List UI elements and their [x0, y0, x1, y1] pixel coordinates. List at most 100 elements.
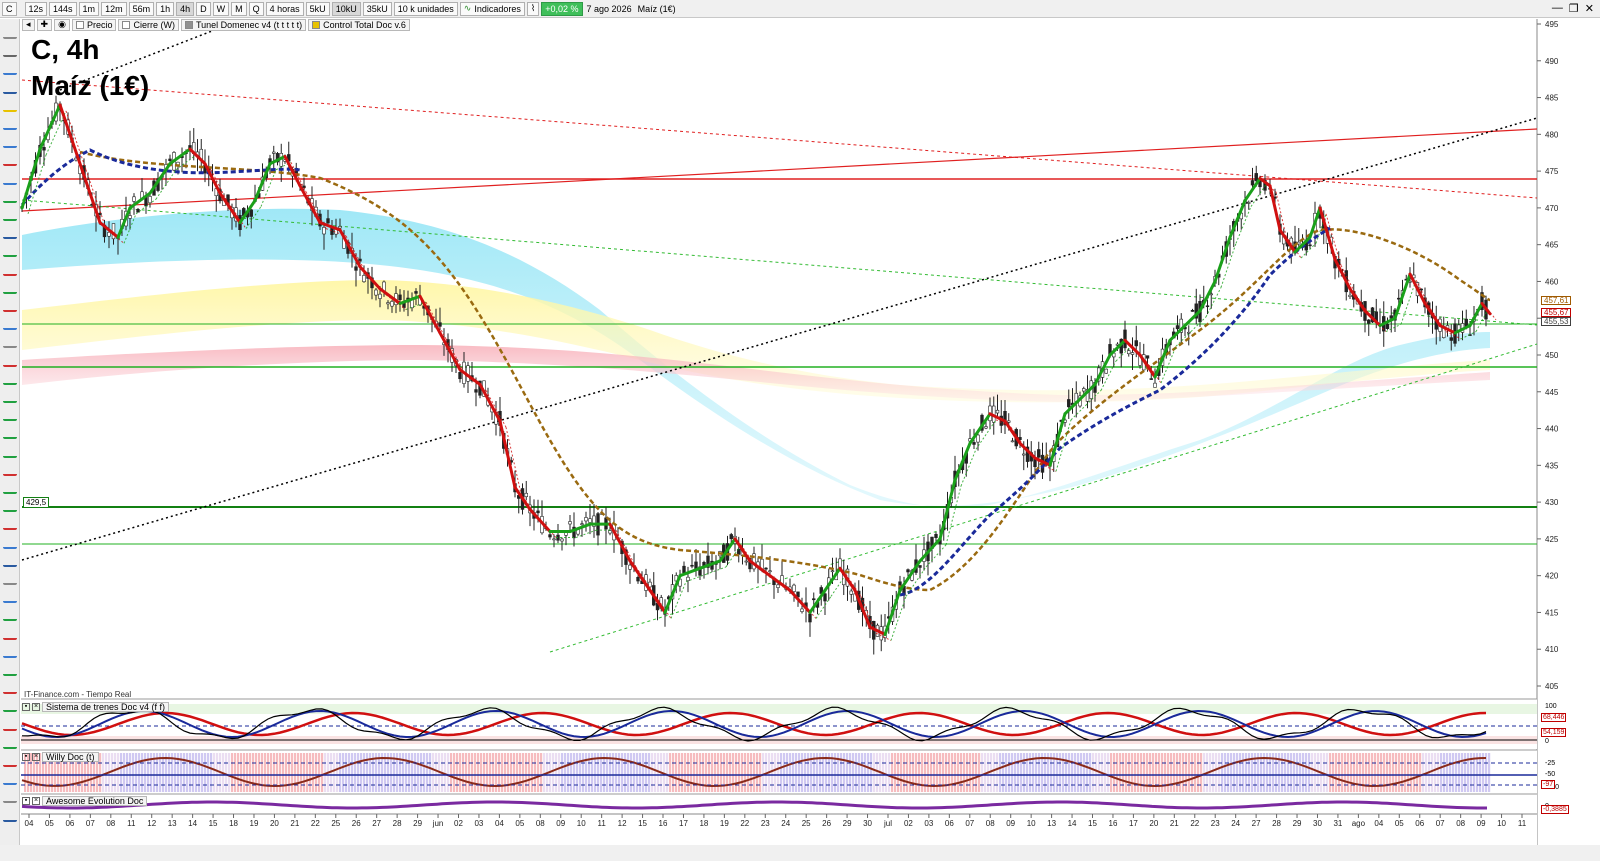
willy-bar	[201, 753, 204, 792]
drawing-tool-icon[interactable]	[3, 136, 17, 149]
indicators-button[interactable]: ∿ Indicadores	[459, 1, 525, 16]
collapse-icon[interactable]: ▪	[22, 796, 30, 805]
symbol-selector[interactable]: C	[2, 1, 17, 16]
drawing-tool-icon[interactable]	[3, 664, 17, 676]
timeframe-button-12s[interactable]: 12s	[24, 1, 48, 16]
willy-bar	[1182, 753, 1185, 792]
legend-item[interactable]: Control Total Doc v.6	[308, 18, 410, 31]
drawing-tool-icon[interactable]	[3, 100, 17, 112]
willy-bar	[1125, 753, 1128, 792]
drawing-tool-icon[interactable]	[3, 609, 17, 622]
indicator-panel-awesome[interactable]	[21, 793, 1537, 814]
timeframe-button-1m[interactable]: 1m	[78, 1, 100, 16]
drawing-tool-icon[interactable]	[3, 446, 17, 458]
indicator-panel-trenes[interactable]	[21, 698, 1537, 749]
close-icon[interactable]: ×	[32, 752, 40, 761]
drawing-tool-icon[interactable]	[3, 555, 17, 567]
add-icon[interactable]: ✚	[36, 18, 53, 31]
drawing-tool-icon[interactable]	[3, 755, 17, 767]
legend-item[interactable]: Precio	[71, 18, 117, 31]
drawing-tool-icon[interactable]	[3, 573, 17, 585]
drawing-tool-icon[interactable]	[3, 336, 17, 349]
drawing-tool-icon[interactable]	[3, 518, 17, 531]
timeframe-button-1h[interactable]: 1h	[156, 1, 175, 16]
drawing-tool-icon[interactable]	[3, 154, 17, 167]
drawing-tool-icon[interactable]	[3, 300, 17, 312]
drawing-tool-icon[interactable]	[3, 464, 17, 476]
timeframe-button-12m[interactable]: 12m	[101, 1, 127, 16]
indicator-title-willy[interactable]: ▪ × Willy Doc (t)	[22, 751, 99, 762]
candle-body	[1067, 399, 1071, 408]
drawing-tool-icon[interactable]	[3, 118, 17, 130]
drawing-tool-icon[interactable]	[3, 282, 17, 294]
drawing-tool-icon[interactable]	[3, 500, 17, 513]
maximize-icon[interactable]: ❐	[1569, 2, 1579, 15]
willy-bar	[210, 753, 213, 792]
drawing-tool-icon[interactable]	[3, 682, 17, 695]
drawing-tool-icon[interactable]	[3, 810, 17, 822]
drawing-tool-icon[interactable]	[3, 628, 17, 640]
drawing-tool-icon[interactable]	[3, 318, 17, 331]
drawing-tool-icon[interactable]	[3, 719, 17, 731]
indicator-value-tag: -0,3885	[1541, 805, 1569, 814]
drawing-tool-icon[interactable]	[3, 482, 17, 494]
drawing-tool-icon[interactable]	[3, 209, 17, 221]
willy-bar	[456, 753, 459, 792]
collapse-icon[interactable]: ▪	[22, 702, 30, 711]
drawing-tool-icon[interactable]	[3, 245, 17, 258]
drawing-tool-icon[interactable]	[3, 409, 17, 422]
collapse-icon[interactable]: ▪	[22, 752, 30, 761]
drawing-tool-icon[interactable]	[3, 773, 17, 786]
drawing-tool-icon[interactable]	[3, 191, 17, 203]
volume-button-5kU[interactable]: 5kU	[305, 1, 330, 16]
minimize-icon[interactable]: —	[1552, 2, 1563, 15]
willy-bar	[141, 753, 144, 792]
legend-item[interactable]: Tunel Domenec v4 (t t t t t)	[180, 18, 307, 31]
timeframe-button-D[interactable]: D	[196, 1, 211, 16]
clip-button[interactable]: ⌇	[526, 1, 540, 16]
drawing-tool-icon[interactable]	[3, 227, 17, 240]
timeframe-button-4h[interactable]: 4h	[176, 1, 195, 16]
drawing-tool-icon[interactable]	[3, 391, 17, 403]
drawing-tool-icon[interactable]	[3, 355, 17, 367]
price-tag: 455,67	[1541, 308, 1572, 317]
indicator-panel-willy[interactable]	[21, 749, 1537, 794]
timeframe-button-M[interactable]: M	[231, 1, 247, 16]
close-icon[interactable]: ✕	[1585, 2, 1594, 15]
willy-bar	[348, 753, 351, 792]
drawing-tool-icon[interactable]	[3, 373, 17, 385]
timeframe-button-W[interactable]: W	[212, 1, 230, 16]
volume-button-35kU[interactable]: 35kU	[362, 1, 392, 16]
drawing-tool-icon[interactable]	[3, 791, 17, 804]
drawing-tool-icon[interactable]	[3, 82, 17, 94]
units-dropdown[interactable]: 10 k unidades	[393, 1, 458, 16]
timeframe-button-56m[interactable]: 56m	[128, 1, 155, 16]
drawing-tool-icon[interactable]	[3, 173, 17, 185]
close-icon[interactable]: ×	[32, 702, 40, 711]
eye-icon[interactable]: ◉	[54, 18, 70, 31]
time-tick: 21	[290, 819, 299, 828]
timeframe-button-144s[interactable]: 144s	[49, 1, 77, 16]
main-chart[interactable]: 04 05 06 07 08 11 12 13 14 15 18 19 20 21 22 25 26 27 28 29…	[0, 0, 1600, 861]
drawing-tool-icon[interactable]	[3, 45, 17, 58]
close-icon[interactable]: ×	[32, 796, 40, 805]
period-dropdown[interactable]: 4 horas	[265, 1, 304, 16]
indicator-title-awesome[interactable]: ▪ × Awesome Evolution Doc	[22, 795, 148, 806]
legend-item[interactable]: Cierre (W)	[118, 18, 179, 31]
timeframe-button-Q[interactable]: Q	[248, 1, 264, 16]
drawing-tool-icon[interactable]	[3, 63, 17, 76]
drawing-tool-icon[interactable]	[3, 427, 17, 440]
indicator-name: Awesome Evolution Doc	[42, 795, 148, 806]
candle-body	[249, 209, 253, 217]
drawing-tool-icon[interactable]	[3, 646, 17, 658]
drawing-tool-icon[interactable]	[3, 27, 17, 39]
drawing-tool-icon[interactable]	[3, 591, 17, 604]
indicator-title-trenes[interactable]: ▪ × Sistema de trenes Doc v4 (f f)	[22, 701, 170, 712]
drawing-tool-icon[interactable]	[3, 537, 17, 549]
drawing-tool-icon[interactable]	[3, 737, 17, 749]
drawing-tool-icon[interactable]	[3, 264, 17, 276]
drawing-tool-icon[interactable]	[3, 700, 17, 713]
back-icon[interactable]: ◂	[22, 18, 35, 31]
time-tick: 24	[781, 819, 790, 828]
volume-button-10kU[interactable]: 10kU	[331, 1, 361, 16]
